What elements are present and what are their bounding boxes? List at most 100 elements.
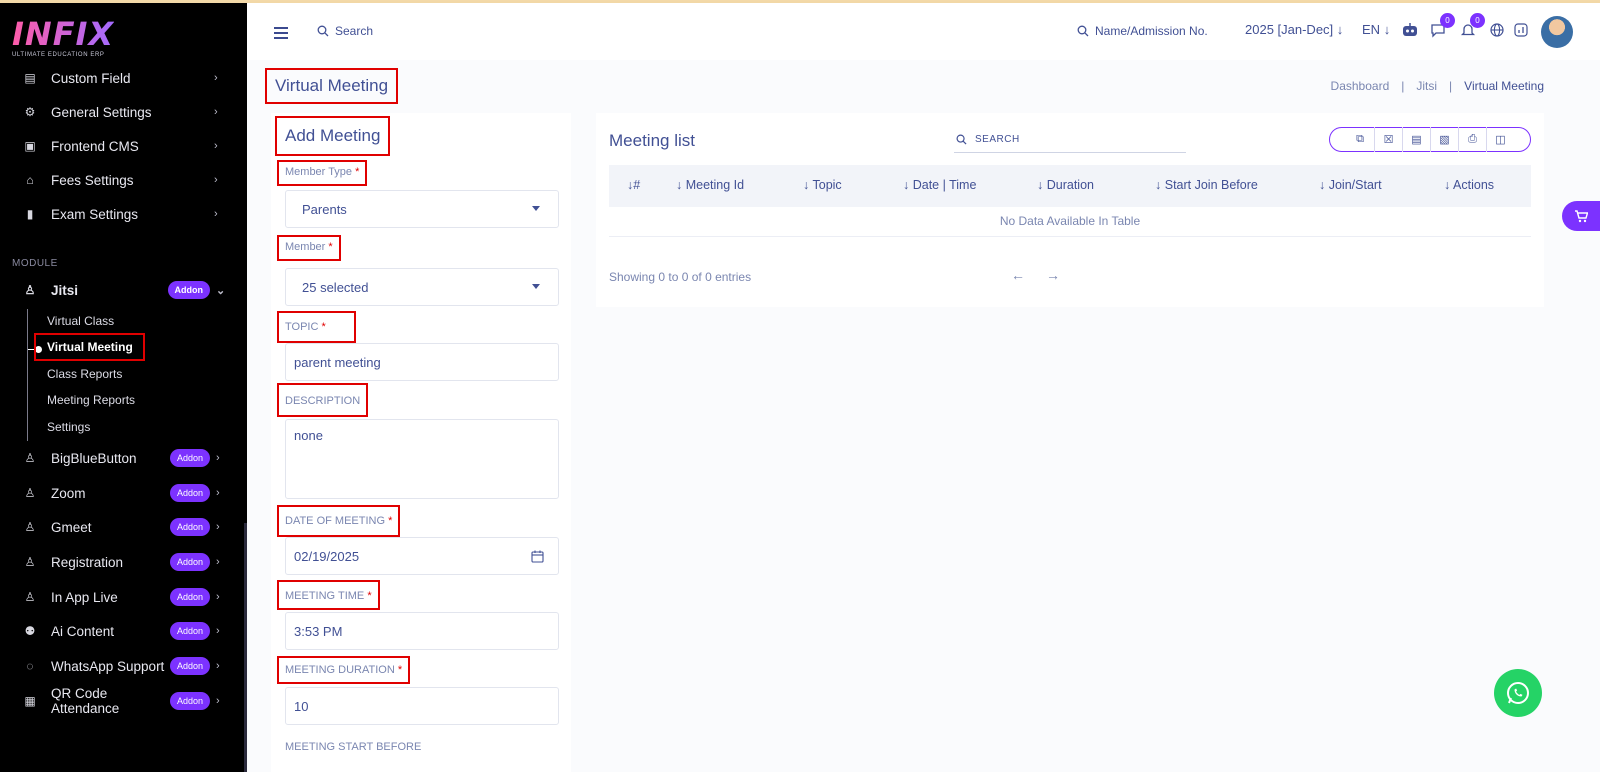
column-header-actions[interactable]: ↓ Actions bbox=[1444, 178, 1494, 192]
date-of-meeting-input[interactable]: 02/19/2025 bbox=[285, 537, 559, 575]
topic-input[interactable]: parent meeting bbox=[285, 343, 559, 381]
module-section-label: MODULE bbox=[12, 258, 58, 269]
person-icon: ♙ bbox=[24, 486, 36, 500]
sidebar-item-bigbluebutton[interactable]: ♙ BigBlueButton Addon › bbox=[0, 443, 240, 473]
top-header: Search Name/Admission No. 2025 [Jan-Dec]… bbox=[247, 3, 1600, 60]
notifications-count-badge: 0 bbox=[1470, 13, 1485, 28]
required-mark: * bbox=[355, 166, 360, 178]
sidebar-item-label: In App Live bbox=[51, 589, 118, 605]
description-value: none bbox=[294, 428, 323, 443]
duration-label-text: MEETING DURATION bbox=[285, 664, 395, 676]
column-header-duration[interactable]: ↓ Duration bbox=[1037, 178, 1094, 192]
table-info: Showing 0 to 0 of 0 entries bbox=[609, 270, 752, 284]
addon-badge: Addon bbox=[169, 553, 210, 571]
sidebar-item-label: Fees Settings bbox=[51, 172, 134, 188]
csv-icon[interactable]: ▤ bbox=[1402, 127, 1430, 152]
robot-icon[interactable] bbox=[1401, 21, 1419, 39]
cart-icon[interactable] bbox=[1562, 201, 1600, 231]
sidebar-item-exam-settings[interactable]: ▮ Exam Settings › bbox=[0, 199, 240, 229]
person-icon: ♙ bbox=[24, 590, 36, 604]
column-label: Topic bbox=[812, 178, 842, 192]
member-type-value: Parents bbox=[302, 201, 347, 217]
calendar-icon[interactable] bbox=[531, 550, 544, 563]
sidebar-item-gmeet[interactable]: ♙ Gmeet Addon › bbox=[0, 512, 240, 542]
main-content: Virtual Meeting Dashboard | Jitsi | Virt… bbox=[247, 60, 1600, 772]
sidebar-item-registration[interactable]: ♙ Registration Addon › bbox=[0, 547, 240, 577]
bell-icon[interactable]: 0 bbox=[1459, 13, 1485, 39]
member-select[interactable]: 25 selected bbox=[285, 268, 559, 306]
whatsapp-chat-button[interactable] bbox=[1494, 669, 1542, 717]
user-avatar[interactable] bbox=[1541, 16, 1573, 48]
next-page-icon[interactable]: → bbox=[1046, 267, 1060, 283]
sidebar-item-label: Exam Settings bbox=[51, 206, 139, 222]
breadcrumb: Dashboard | Jitsi | Virtual Meeting bbox=[1331, 79, 1544, 93]
caret-down-icon bbox=[532, 206, 540, 211]
sidebar-item-ai-content[interactable]: ⚉ Ai Content Addon › bbox=[0, 616, 240, 646]
column-header-topic[interactable]: ↓ Topic bbox=[803, 178, 842, 192]
topic-value: parent meeting bbox=[294, 354, 381, 370]
header-search-label: Search bbox=[335, 24, 374, 38]
language-select[interactable]: EN ↓ bbox=[1362, 22, 1390, 37]
list-search-input[interactable]: SEARCH bbox=[954, 126, 1186, 153]
person-icon: ♙ bbox=[24, 283, 36, 297]
header-search[interactable]: Search bbox=[317, 24, 373, 38]
sidebar-item-qr-code-attendance[interactable]: ▦ QR Code Attendance Addon › bbox=[0, 686, 240, 716]
bank-icon: ⌂ bbox=[26, 173, 34, 187]
column-label: Start Join Before bbox=[1164, 178, 1258, 192]
arrow-down-icon: ↓ bbox=[1383, 22, 1391, 37]
message-icon[interactable]: 0 bbox=[1429, 13, 1455, 39]
excel-icon[interactable]: ☒ bbox=[1374, 127, 1402, 152]
sidebar-item-fees-settings[interactable]: ⌂ Fees Settings › bbox=[0, 165, 240, 195]
search-icon bbox=[1077, 25, 1089, 37]
column-header-meeting-id[interactable]: ↓ Meeting Id bbox=[676, 178, 744, 192]
name-admission-search[interactable]: Name/Admission No. bbox=[1077, 24, 1208, 38]
sidebar-item-jitsi[interactable]: ♙ Jitsi Addon ⌄ bbox=[0, 275, 240, 305]
column-header-join-start[interactable]: ↓ Join/Start bbox=[1319, 178, 1382, 192]
time-value: 3:53 PM bbox=[294, 623, 343, 639]
academic-year-select[interactable]: 2025 [Jan-Dec] ↓ bbox=[1245, 22, 1343, 37]
print-icon[interactable]: ⎙ bbox=[1458, 127, 1486, 152]
column-label: # bbox=[633, 178, 641, 192]
addon-badge: Addon bbox=[169, 449, 210, 467]
description-textarea[interactable]: none bbox=[285, 419, 559, 499]
sidebar-item-label: Custom Field bbox=[51, 70, 131, 86]
person-icon: ♙ bbox=[24, 555, 36, 569]
meeting-start-before-label: MEETING START BEFORE bbox=[285, 741, 422, 753]
previous-page-icon[interactable]: ← bbox=[1011, 267, 1025, 283]
sidebar-item-label: Registration bbox=[51, 554, 124, 570]
addon-badge: Addon bbox=[169, 518, 210, 536]
sidebar-item-general-settings[interactable]: ⚙ General Settings › bbox=[0, 97, 240, 127]
add-meeting-form: Add Meeting Member Type * Parents Member… bbox=[271, 113, 571, 772]
meeting-time-input[interactable]: 3:53 PM bbox=[285, 612, 559, 650]
copy-icon[interactable]: ⧉ bbox=[1346, 127, 1374, 152]
column-header-date-time[interactable]: ↓ Date | Time bbox=[903, 178, 976, 192]
sidebar-subitem-virtual-meeting[interactable]: Virtual Meeting bbox=[34, 333, 145, 361]
person-icon: ♙ bbox=[24, 451, 36, 465]
monitor-icon: ▣ bbox=[24, 139, 36, 153]
member-type-select[interactable]: Parents bbox=[285, 190, 559, 228]
column-header-number[interactable]: ↓# bbox=[627, 178, 640, 192]
sidebar-item-zoom[interactable]: ♙ Zoom Addon › bbox=[0, 478, 240, 508]
analytics-icon[interactable] bbox=[1512, 21, 1530, 39]
column-label: Meeting Id bbox=[685, 178, 745, 192]
logo[interactable]: INFIX ULTIMATE EDUCATION ERP bbox=[12, 17, 114, 58]
topic-label: TOPIC * bbox=[277, 311, 356, 343]
chevron-right-icon: › bbox=[214, 174, 218, 186]
chevron-right-icon: › bbox=[214, 106, 218, 118]
sidebar-subitem-settings[interactable]: Settings bbox=[47, 420, 90, 434]
sidebar-item-in-app-live[interactable]: ♙ In App Live Addon › bbox=[0, 582, 240, 612]
meeting-duration-input[interactable]: 10 bbox=[285, 687, 559, 725]
menu-toggle-icon[interactable] bbox=[274, 27, 288, 42]
column-header-start-join-before[interactable]: ↓ Start Join Before bbox=[1155, 178, 1258, 192]
breadcrumb-dashboard[interactable]: Dashboard bbox=[1331, 79, 1390, 93]
sidebar-subitem-virtual-class[interactable]: Virtual Class bbox=[47, 314, 114, 328]
globe-icon[interactable] bbox=[1488, 21, 1506, 39]
sidebar-item-frontend-cms[interactable]: ▣ Frontend CMS › bbox=[0, 131, 240, 161]
breadcrumb-jitsi[interactable]: Jitsi bbox=[1416, 79, 1437, 93]
sidebar-subitem-meeting-reports[interactable]: Meeting Reports bbox=[47, 393, 135, 407]
sidebar-item-whatsapp-support[interactable]: ◌ WhatsApp Support Addon › bbox=[0, 651, 240, 681]
columns-icon[interactable]: ◫ bbox=[1486, 127, 1514, 152]
pdf-icon[interactable]: ▧ bbox=[1430, 127, 1458, 152]
sidebar-item-custom-field[interactable]: ▤ Custom Field › bbox=[0, 63, 240, 93]
sidebar-subitem-class-reports[interactable]: Class Reports bbox=[47, 367, 122, 381]
